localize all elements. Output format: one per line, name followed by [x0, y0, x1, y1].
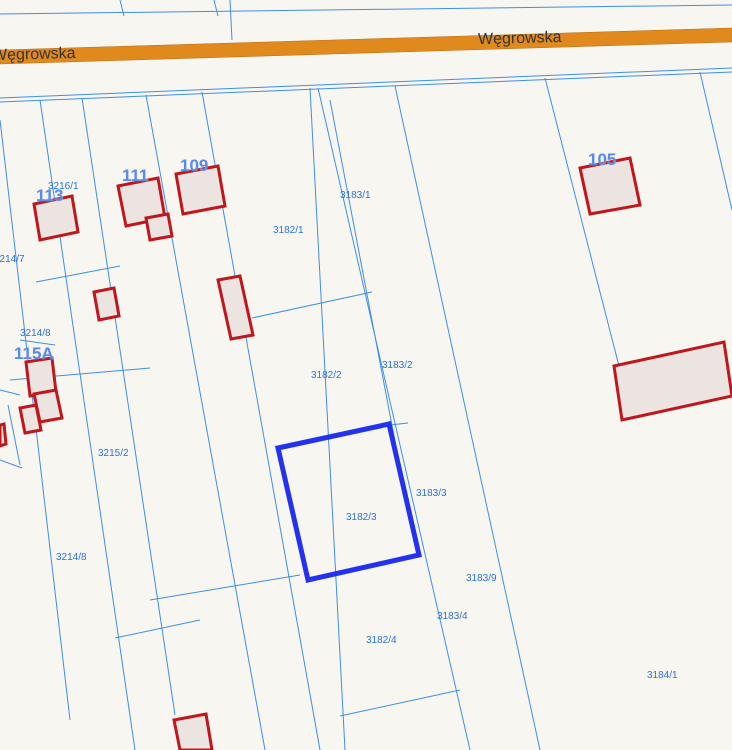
- house-number-105: 105: [588, 150, 617, 169]
- map-view[interactable]: Węgrowska Węgrowska 111 109 113 115A 105…: [0, 0, 732, 750]
- house-number-111: 111: [122, 166, 149, 185]
- house-number-109: 109: [180, 156, 209, 175]
- street-label-right: Węgrowska: [477, 28, 562, 49]
- parcel-label: 3215/2: [98, 448, 129, 459]
- parcel-label: 3183/4: [437, 611, 468, 622]
- parcel-label: 3183/2: [382, 360, 413, 371]
- selected-parcel-outline[interactable]: [275, 421, 422, 583]
- parcel-label: 3182/1: [273, 225, 304, 236]
- street-label-left: Węgrowska: [0, 44, 76, 65]
- parcel-label: 3184/1: [647, 670, 678, 681]
- parcel-label: 3216/1: [48, 181, 79, 192]
- parcel-label: 3183/3: [416, 488, 447, 499]
- parcel-label: 3182/4: [366, 635, 397, 646]
- parcel-label: 3183/9: [466, 573, 497, 584]
- road-wegrowska: [0, 27, 732, 65]
- parcel-label: 3214/8: [56, 552, 87, 563]
- parcel-label: 3183/1: [340, 190, 371, 201]
- parcel-label-selected: 3182/3: [346, 512, 377, 523]
- house-number-115a: 115A: [14, 344, 54, 363]
- parcel-label: 3182/2: [311, 370, 342, 381]
- parcel-label: 3214/7: [0, 254, 25, 265]
- parcel-label: 3214/8: [20, 328, 51, 339]
